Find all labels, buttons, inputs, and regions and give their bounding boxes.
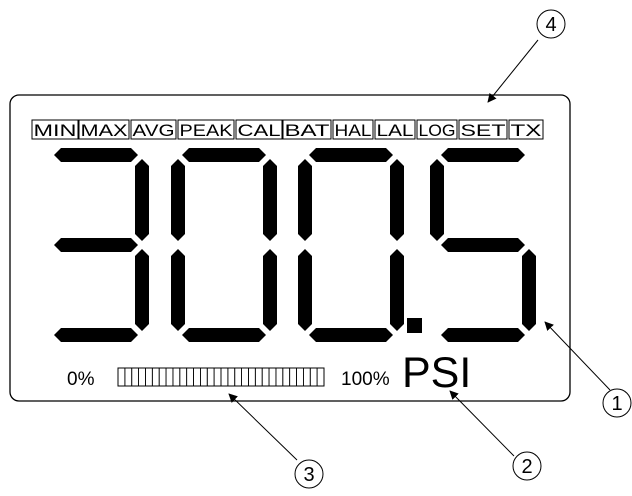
bargraph-segment <box>206 367 215 387</box>
segment-b <box>390 159 404 241</box>
indicator-avg: AVG <box>130 119 177 140</box>
segment-c <box>522 249 536 331</box>
segment-a <box>309 148 393 162</box>
bargraph-segment <box>261 367 270 387</box>
svg-text:SET: SET <box>461 121 506 140</box>
indicator-max: MAX <box>78 119 130 140</box>
bargraph-segment <box>282 367 291 387</box>
bargraph-segment <box>193 367 201 387</box>
bargraph-segment <box>316 367 325 387</box>
callout-2: 2 <box>512 451 542 481</box>
indicator-peak: PEAK <box>177 119 235 140</box>
callout-1: 1 <box>602 388 632 418</box>
segment-g <box>441 238 525 252</box>
bargraph-segment <box>117 367 126 387</box>
segment-a <box>54 148 138 162</box>
decimal-point <box>407 318 422 333</box>
segment-a <box>182 148 266 162</box>
bargraph-segment <box>145 367 153 387</box>
callout-3: 3 <box>294 459 324 489</box>
digit-0 <box>54 148 149 342</box>
indicator-min: MIN <box>31 119 79 140</box>
svg-text:MAX: MAX <box>81 121 128 140</box>
bargraph-segment <box>131 367 140 387</box>
svg-text:TX: TX <box>511 121 542 140</box>
bargraph-segment <box>241 367 249 387</box>
segment-g <box>54 238 138 252</box>
segment-e <box>298 249 312 331</box>
bargraph-segment <box>268 367 277 387</box>
bargraph-segment <box>124 367 133 387</box>
indicator-bat: BAT <box>282 119 332 140</box>
segment-b <box>263 159 277 241</box>
svg-text:LOG: LOG <box>419 121 456 140</box>
svg-text:MIN: MIN <box>34 121 77 140</box>
bargraph-segment <box>234 367 243 387</box>
digit-3 <box>430 148 536 342</box>
segment-b <box>135 159 149 241</box>
bargraph-max-label: 100% <box>341 369 390 390</box>
callout-arrow-3 <box>228 393 298 461</box>
segment-f <box>430 159 444 241</box>
bargraph-segment <box>227 367 236 387</box>
segment-f <box>298 159 312 241</box>
bargraph-segment <box>138 367 146 387</box>
bargraph <box>117 367 325 387</box>
indicator-cal: CAL <box>235 119 283 140</box>
svg-text:AVG: AVG <box>133 121 175 140</box>
segment-c <box>263 249 277 331</box>
svg-text:1: 1 <box>611 393 622 415</box>
callout-arrow-4 <box>487 39 539 103</box>
bargraph-segment <box>289 367 297 387</box>
svg-text:BAT: BAT <box>285 121 330 140</box>
indicator-set: SET <box>458 119 508 140</box>
bargraph-segment <box>165 367 174 387</box>
svg-text:3: 3 <box>303 464 314 486</box>
bargraph-segment <box>199 367 208 387</box>
unit-label: PSI <box>402 349 471 397</box>
bargraph-segment <box>151 367 160 387</box>
segment-c <box>390 249 404 331</box>
bargraph-segment <box>248 367 256 387</box>
segment-d <box>441 328 525 342</box>
bargraph-segment <box>186 367 194 387</box>
lcd-diagram: MIN MAX AVG PEAK CAL BAT HAL LAL LOG SET TX 0% 100… <box>9 9 632 489</box>
indicator-lal: LAL <box>374 119 416 140</box>
bargraph-min-label: 0% <box>67 369 95 390</box>
segment-c <box>135 249 149 331</box>
bargraph-segment <box>179 367 188 387</box>
segment-a <box>441 148 525 162</box>
segment-d <box>182 328 266 342</box>
segment-e <box>171 249 185 331</box>
segment-d <box>309 328 393 342</box>
bargraph-segment <box>275 367 284 387</box>
bargraph-segment <box>296 367 304 387</box>
indicator-log: LOG <box>416 119 458 140</box>
indicator-tx: TX <box>508 119 544 140</box>
indicator-row: MIN MAX AVG PEAK CAL BAT HAL LAL LOG SET TX <box>31 119 544 140</box>
digit-readout <box>54 148 536 342</box>
digit-2 <box>298 148 404 342</box>
bargraph-segment <box>254 367 263 387</box>
segment-f <box>171 159 185 241</box>
svg-text:CAL: CAL <box>238 121 281 140</box>
bargraph-segment <box>213 367 222 387</box>
bargraph-segment <box>220 367 229 387</box>
bargraph-segment <box>158 367 167 387</box>
svg-text:PEAK: PEAK <box>180 121 234 140</box>
svg-text:2: 2 <box>521 456 532 478</box>
bargraph-segment <box>302 367 311 387</box>
segment-d <box>54 328 138 342</box>
svg-text:HAL: HAL <box>335 121 372 140</box>
callout-arrow-1 <box>544 321 611 391</box>
callout-4: 4 <box>536 9 566 39</box>
indicator-hal: HAL <box>332 119 374 140</box>
digit-1 <box>171 148 277 342</box>
bargraph-segment <box>309 367 318 387</box>
svg-text:LAL: LAL <box>377 121 414 140</box>
bargraph-segment <box>172 367 181 387</box>
svg-text:4: 4 <box>545 14 556 36</box>
